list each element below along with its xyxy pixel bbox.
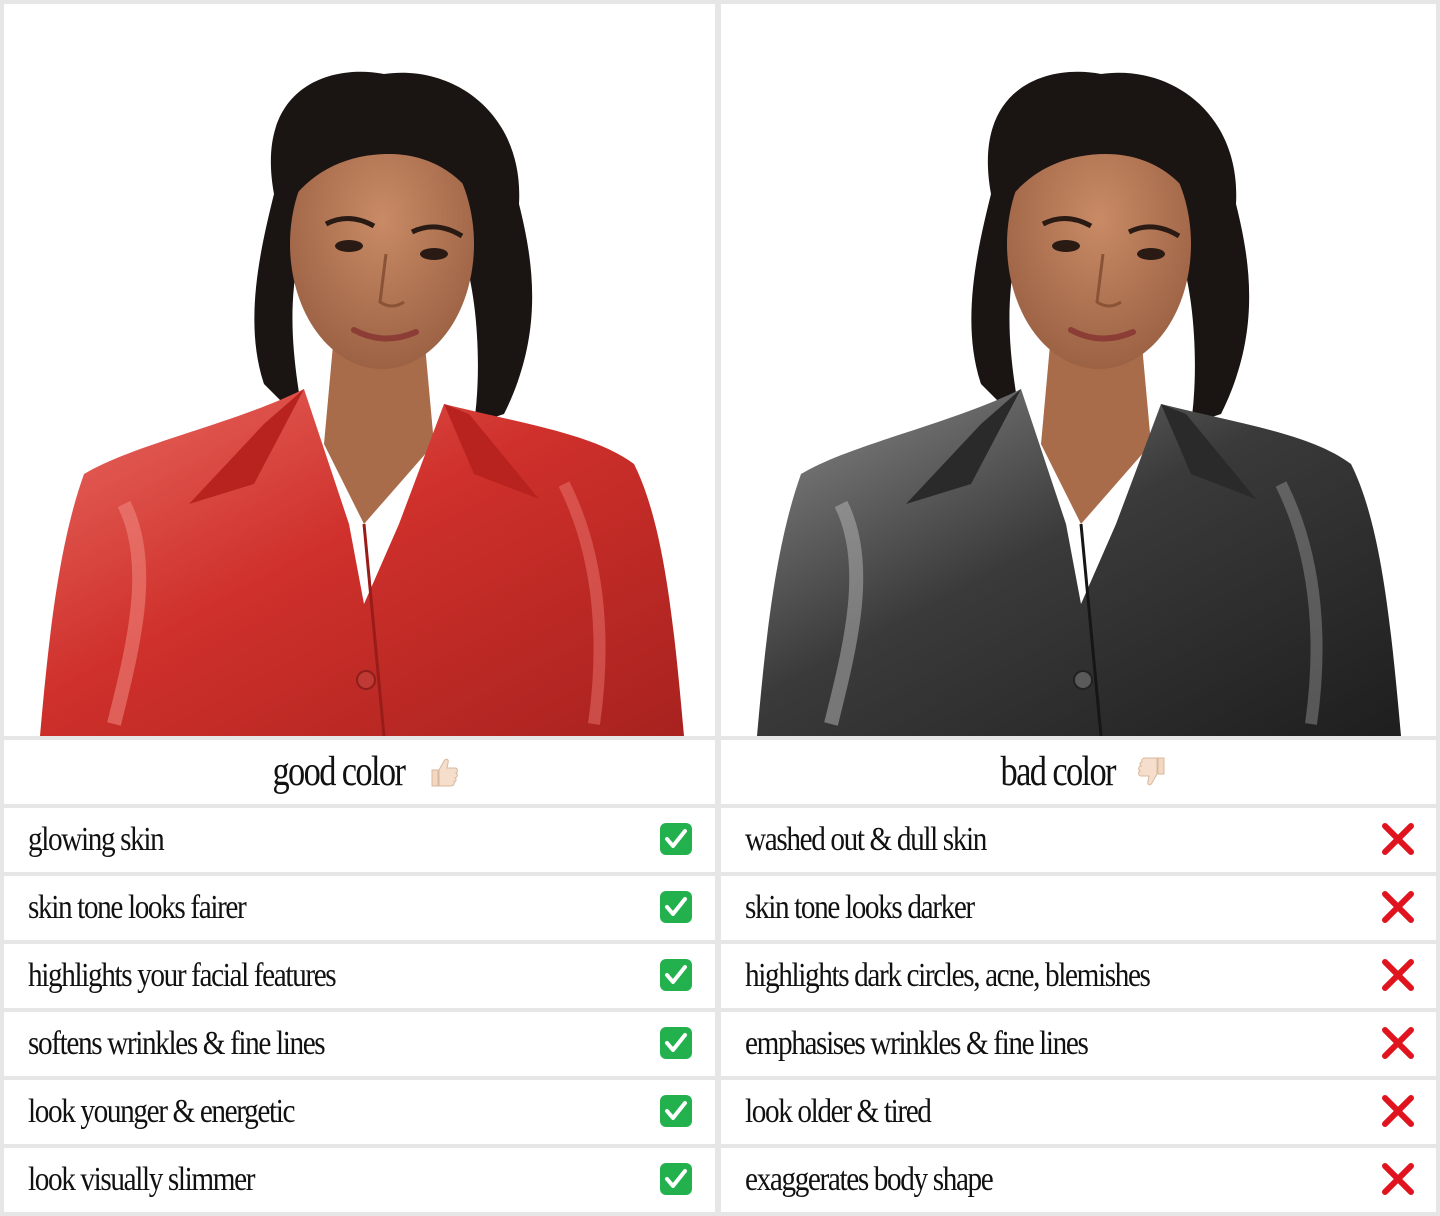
cross-mark-icon bbox=[1382, 959, 1414, 991]
bad-item-row: highlights dark circles, acne, blemishes bbox=[721, 944, 1436, 1008]
thumbs-up-icon bbox=[431, 758, 458, 787]
cross-mark-icon bbox=[1382, 891, 1414, 923]
check-box-icon bbox=[660, 1095, 692, 1127]
bad-item-label: emphasises wrinkles & fine lines bbox=[745, 1025, 1089, 1062]
bad-item-row: look older & tired bbox=[721, 1080, 1436, 1144]
bad-item-row: washed out & dull skin bbox=[721, 808, 1436, 872]
bad-item-row: skin tone looks darker bbox=[721, 876, 1436, 940]
check-box-icon bbox=[660, 1027, 692, 1059]
bad-color-header: bad color bbox=[721, 740, 1436, 804]
bad-item-label: exaggerates body shape bbox=[745, 1161, 994, 1198]
comparison-board: good color glowing skin skin tone looks … bbox=[0, 0, 1440, 1216]
woman-black-shirt-illustration bbox=[757, 71, 1401, 736]
bad-color-column: bad color washed out & dull skin skin to… bbox=[718, 0, 1440, 1216]
bad-item-label: look older & tired bbox=[745, 1093, 932, 1130]
check-box-icon bbox=[660, 823, 692, 855]
good-item-row: glowing skin bbox=[4, 808, 715, 872]
good-item-label: skin tone looks fairer bbox=[28, 889, 247, 926]
check-box-icon bbox=[660, 891, 692, 923]
good-item-row: skin tone looks fairer bbox=[4, 876, 715, 940]
good-color-photo bbox=[4, 4, 715, 736]
good-item-row: highlights your facial features bbox=[4, 944, 715, 1008]
woman-red-shirt-illustration bbox=[40, 71, 684, 736]
good-item-label: look visually slimmer bbox=[28, 1161, 256, 1198]
good-item-label: highlights your facial features bbox=[28, 957, 337, 994]
check-box-icon bbox=[660, 959, 692, 991]
good-color-column: good color glowing skin skin tone looks … bbox=[0, 0, 718, 1216]
cross-mark-icon bbox=[1382, 1027, 1414, 1059]
cross-mark-icon bbox=[1382, 823, 1414, 855]
bad-item-label: highlights dark circles, acne, blemishes bbox=[745, 957, 1151, 994]
bad-color-photo bbox=[721, 4, 1436, 736]
bad-color-title: bad color bbox=[1000, 749, 1116, 795]
bad-item-row: emphasises wrinkles & fine lines bbox=[721, 1012, 1436, 1076]
bad-item-row: exaggerates body shape bbox=[721, 1148, 1436, 1212]
thumbs-down-icon bbox=[1138, 757, 1165, 786]
cross-mark-icon bbox=[1382, 1163, 1414, 1195]
good-item-label: look younger & energetic bbox=[28, 1093, 295, 1130]
good-item-row: look visually slimmer bbox=[4, 1148, 715, 1212]
bad-item-label: washed out & dull skin bbox=[745, 821, 987, 858]
good-color-title: good color bbox=[272, 749, 406, 795]
check-box-icon bbox=[660, 1163, 692, 1195]
good-item-row: softens wrinkles & fine lines bbox=[4, 1012, 715, 1076]
good-color-header: good color bbox=[4, 740, 715, 804]
good-item-row: look younger & energetic bbox=[4, 1080, 715, 1144]
cross-mark-icon bbox=[1382, 1095, 1414, 1127]
bad-item-label: skin tone looks darker bbox=[745, 889, 975, 926]
good-item-label: glowing skin bbox=[28, 821, 165, 858]
good-item-label: softens wrinkles & fine lines bbox=[28, 1025, 326, 1062]
